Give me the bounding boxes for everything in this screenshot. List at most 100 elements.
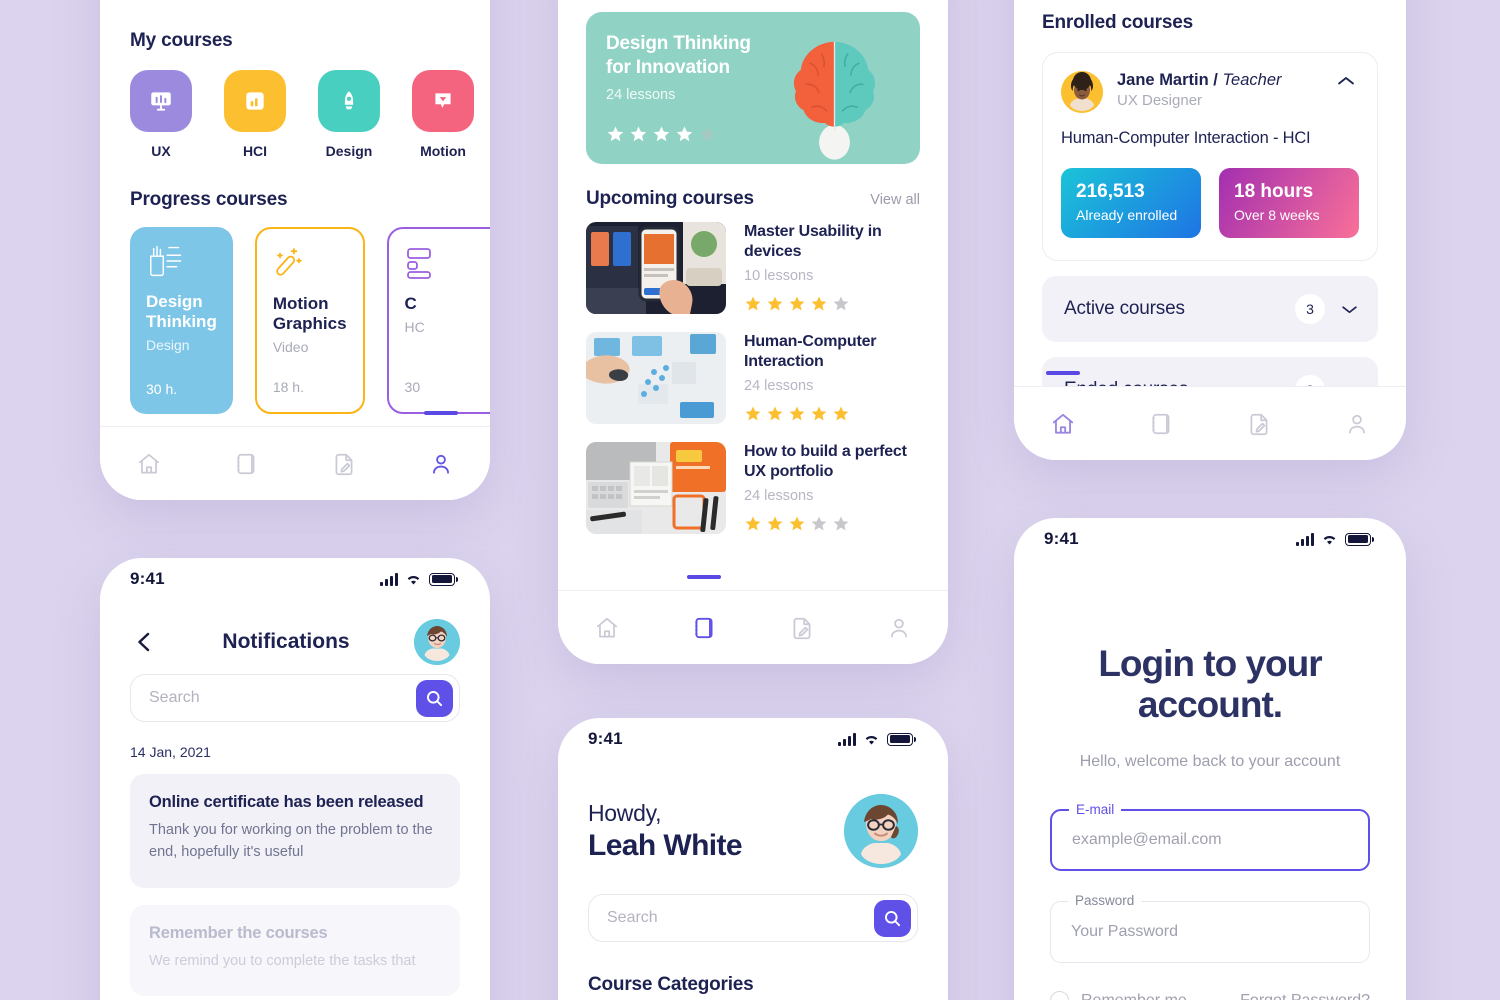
teacher-separator: / (1213, 71, 1218, 89)
user-name: Leah White (588, 828, 743, 862)
book-icon (695, 617, 713, 638)
search-bar[interactable] (588, 894, 918, 942)
hero-rating (606, 125, 717, 144)
course-list-item[interactable]: Human-Computer Interaction 24 lessons (586, 332, 920, 424)
course-list-item[interactable]: How to build a perfect UX portfolio 24 l… (586, 442, 920, 534)
progress-card-hours: 30 (404, 379, 421, 395)
teacher-avatar[interactable] (1061, 71, 1103, 113)
bottom-nav (558, 574, 948, 664)
signal-icon (380, 572, 398, 586)
status-time: 9:41 (130, 569, 165, 588)
nav-profile[interactable] (411, 410, 471, 477)
nav-home[interactable] (1033, 370, 1093, 437)
password-input[interactable] (1071, 923, 1349, 942)
accordion-label: Active courses (1064, 298, 1185, 319)
date-label: 14 Jan, 2021 (130, 744, 211, 760)
page-title: Login to your account. (1098, 643, 1322, 725)
progress-card[interactable]: Motion Graphics Video 18 h. (254, 227, 365, 414)
back-button[interactable] (130, 628, 158, 656)
avatar-illustration (413, 619, 460, 665)
search-button[interactable] (874, 899, 911, 937)
home-icon (138, 453, 159, 474)
avatar[interactable] (413, 619, 460, 665)
section-title-categories: Course Categories (588, 974, 754, 995)
collapse-button[interactable] (1333, 71, 1359, 94)
notification-body: Thank you for working on the problem to … (149, 822, 433, 861)
course-lessons: 24 lessons (744, 487, 814, 504)
page-title: Enrolled courses (1042, 12, 1193, 33)
search-input[interactable] (149, 689, 416, 707)
avatar[interactable] (844, 794, 918, 868)
category-row: UX HCI Design Motion (130, 70, 474, 159)
avatar-illustration (844, 794, 918, 868)
course-rating (744, 405, 920, 423)
notification-item[interactable]: Online certificate has been released Tha… (130, 774, 460, 888)
notification-title: Remember the courses (149, 923, 328, 942)
sticky-notes-board-photo (586, 332, 726, 424)
nav-courses[interactable] (216, 451, 276, 477)
book-icon (1152, 413, 1170, 434)
search-input[interactable] (607, 909, 874, 927)
course-thumbnail (586, 222, 726, 314)
email-input[interactable] (1072, 831, 1348, 850)
teacher-name: Jane Martin / Teacher (1117, 71, 1319, 90)
wifi-icon (407, 575, 420, 584)
phone-my-courses: My courses UX HCI Design Motion Progress… (100, 0, 490, 500)
bottom-nav (100, 410, 490, 500)
course-title: Master Usability in devices (744, 223, 882, 260)
page-title: Notifications (222, 630, 350, 653)
presentation-chart-icon (130, 70, 192, 132)
radio-icon (1050, 991, 1069, 1000)
category-label: HCI (242, 143, 268, 159)
accordion-count: 3 (1295, 294, 1325, 324)
phone-on-laptop-photo (586, 222, 726, 314)
course-rating (744, 515, 920, 533)
wifi-icon (1323, 535, 1336, 544)
view-all-link[interactable]: View all (870, 192, 920, 208)
password-field[interactable]: Password (1050, 893, 1370, 964)
section-title-upcoming: Upcoming courses (586, 188, 754, 209)
email-field[interactable]: E-mail (1050, 802, 1370, 872)
category-hci[interactable]: HCI (224, 70, 286, 159)
section-title-progress: Progress courses (130, 189, 288, 210)
phone-howdy: 9:41 Howdy, Leah White Search Course Cat… (558, 718, 948, 1000)
course-list-item[interactable]: Master Usability in devices 10 lessons (586, 222, 920, 314)
progress-card-hours: 18 h. (272, 379, 304, 395)
category-ux[interactable]: UX (130, 70, 192, 159)
course-rating (744, 295, 920, 313)
progress-card[interactable]: Design Thinking Design 30 h. (130, 227, 233, 414)
progress-card-title: C (404, 294, 417, 313)
email-label: E-mail (1069, 802, 1122, 818)
nav-tasks[interactable] (314, 451, 374, 477)
progress-card[interactable]: C HC 30 (386, 227, 490, 414)
user-icon (891, 618, 908, 638)
status-time: 9:41 (588, 729, 623, 748)
search-bar[interactable] (130, 674, 460, 722)
nav-tasks[interactable] (1229, 411, 1289, 437)
nav-profile[interactable] (869, 615, 929, 641)
status-bar: 9:41 (1014, 518, 1406, 560)
search-button[interactable] (416, 679, 453, 717)
forgot-password-link[interactable]: Forgot Password? (1240, 992, 1370, 1000)
course-lessons: 10 lessons (744, 267, 814, 284)
page-subtitle: Hello, welcome back to your account (1079, 753, 1341, 771)
teacher-row: Jane Martin / Teacher UX Designer (1061, 71, 1359, 113)
nav-courses[interactable] (1131, 411, 1191, 437)
accordion-active-courses[interactable]: Active courses 3 (1042, 276, 1378, 342)
notification-item[interactable]: Remember the courses We remind you to co… (130, 904, 460, 997)
nav-courses[interactable] (674, 574, 734, 641)
category-motion[interactable]: Motion (412, 70, 474, 159)
progress-card-hours: 30 h. (146, 381, 178, 397)
nav-home[interactable] (577, 615, 637, 641)
teacher-course-card[interactable]: Jane Martin / Teacher UX Designer Human-… (1042, 52, 1378, 261)
course-lessons: 24 lessons (744, 377, 814, 394)
remember-me-checkbox[interactable]: Remember me (1050, 991, 1187, 1000)
category-design[interactable]: Design (318, 70, 380, 159)
stat-label: Over 8 weeks (1234, 207, 1320, 223)
book-icon (237, 453, 255, 474)
list-card-icon (406, 248, 431, 279)
nav-tasks[interactable] (772, 615, 832, 641)
nav-profile[interactable] (1327, 411, 1387, 437)
nav-home[interactable] (119, 451, 179, 477)
hero-course-card[interactable]: Design Thinking for Innovation 24 lesson… (586, 12, 920, 164)
